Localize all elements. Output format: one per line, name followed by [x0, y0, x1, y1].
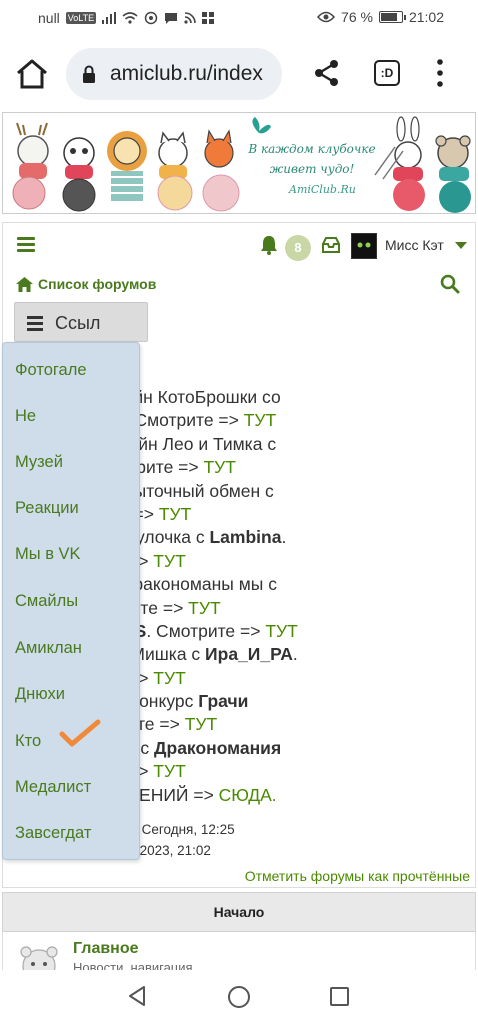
- forum-category-header: Начало: [2, 892, 476, 932]
- forum-row[interactable]: Главное Новости, навигация: [2, 932, 476, 972]
- tab-switcher-icon[interactable]: :D: [374, 60, 400, 86]
- announcement-link[interactable]: ТУТ: [203, 457, 236, 477]
- bear-forum-icon: [20, 946, 58, 971]
- quick-link-item[interactable]: Кто: [15, 732, 41, 751]
- clock: 21:02: [408, 9, 444, 25]
- bell-icon[interactable]: [259, 235, 279, 255]
- address-bar[interactable]: amiclub.ru/index: [66, 48, 282, 100]
- overflow-menu-icon[interactable]: [432, 58, 448, 88]
- wifi-icon: [122, 12, 138, 24]
- quick-link-item[interactable]: Завсегдат: [15, 824, 91, 843]
- carrier-label: null: [38, 10, 60, 26]
- volte-badge: VoLTE: [65, 12, 97, 24]
- grid-app-icon: [202, 12, 215, 24]
- share-icon[interactable]: [312, 58, 342, 88]
- announcement-user: Ира_И_РА: [205, 644, 293, 665]
- quick-links-label: Ссыл: [55, 313, 101, 333]
- announcement-link[interactable]: ТУТ: [265, 621, 298, 641]
- announcement-user: Грачи: [198, 691, 249, 712]
- site-banner[interactable]: В каждом клубочке живет чудо! AmiClub.Ru: [0, 108, 478, 216]
- lock-icon: [83, 65, 95, 83]
- quick-links-dropdown: Фотогале Не Музей Реакции Мы в VK Смайлы Амикл…: [2, 342, 140, 860]
- main-menu-icon[interactable]: [17, 237, 35, 252]
- rss-icon: [184, 12, 196, 24]
- quick-link-item[interactable]: Мы в VK: [15, 545, 81, 564]
- announcement-text: . Смотрите =>: [146, 620, 266, 641]
- forum-navbar: 8 Мисс Кэт: [2, 222, 476, 268]
- browser-toolbar: amiclub.ru/index :D: [0, 36, 478, 108]
- search-icon[interactable]: [440, 274, 460, 294]
- status-bar: null VoLTE 76 % 21:02: [0, 0, 478, 36]
- quick-link-item[interactable]: Смайлы: [15, 592, 78, 611]
- quick-links-button[interactable]: Ссыл: [14, 302, 148, 342]
- banner-brand: AmiClub.Ru: [289, 183, 356, 196]
- url-text: amiclub.ru/index: [110, 62, 263, 85]
- chevron-down-icon[interactable]: [455, 242, 467, 249]
- whatsapp-icon: [144, 11, 158, 25]
- announcement-link[interactable]: СЮДА.: [219, 785, 277, 805]
- system-nav-bar: [0, 970, 478, 1024]
- checkmark-icon: [59, 719, 101, 747]
- announcement-link[interactable]: ТУТ: [153, 551, 186, 571]
- battery-percent: 76 %: [341, 9, 373, 25]
- back-icon[interactable]: [126, 984, 148, 1008]
- banner-slogan: В каждом клубочке живет чудо!: [248, 142, 376, 176]
- battery-icon: [378, 11, 406, 23]
- announcement-link[interactable]: ТУТ: [244, 410, 277, 430]
- announcement-link[interactable]: ТУТ: [159, 504, 192, 524]
- home-icon: [16, 276, 33, 292]
- mark-forums-read-link[interactable]: Отметить форумы как прочтённые: [245, 868, 470, 884]
- announcement-text: .: [281, 527, 287, 548]
- announcement-text: .: [292, 644, 298, 665]
- forum-title[interactable]: Главное: [73, 940, 139, 958]
- quick-link-item[interactable]: Не: [15, 407, 36, 426]
- recent-apps-icon[interactable]: [330, 987, 349, 1006]
- banner-illustration: [12, 116, 471, 213]
- announcement-user: Lambina: [209, 527, 282, 548]
- quick-link-item[interactable]: Фотогале: [15, 361, 87, 380]
- user-name[interactable]: Мисс Кэт: [385, 237, 444, 253]
- announcement-link[interactable]: ТУТ: [185, 714, 218, 734]
- signal-icon: [102, 12, 117, 24]
- home-nav-icon[interactable]: [228, 986, 250, 1008]
- notification-badge[interactable]: 8: [285, 235, 311, 261]
- announcement-text: Смотрите =>: [129, 410, 244, 431]
- announcement-link[interactable]: ТУТ: [188, 598, 221, 618]
- breadcrumb[interactable]: Список форумов: [16, 276, 156, 292]
- hamburger-icon: [27, 316, 43, 334]
- breadcrumb-label: Список форумов: [38, 276, 157, 292]
- eye-icon: [317, 11, 336, 23]
- announcement-link[interactable]: ТУТ: [153, 668, 186, 688]
- announcement-link[interactable]: ТУТ: [153, 761, 186, 781]
- quick-link-item[interactable]: Реакции: [15, 499, 79, 518]
- quick-link-item[interactable]: Медалист: [15, 778, 91, 797]
- announcement-user: Дракономания: [154, 737, 282, 758]
- user-avatar[interactable]: [351, 233, 377, 259]
- quick-link-item[interactable]: Музей: [15, 453, 63, 472]
- message-icon: [165, 13, 178, 24]
- home-icon[interactable]: [14, 58, 50, 90]
- inbox-icon[interactable]: [321, 236, 341, 254]
- quick-link-item[interactable]: Днюхи: [15, 685, 65, 704]
- quick-link-item[interactable]: Амиклан: [15, 639, 82, 658]
